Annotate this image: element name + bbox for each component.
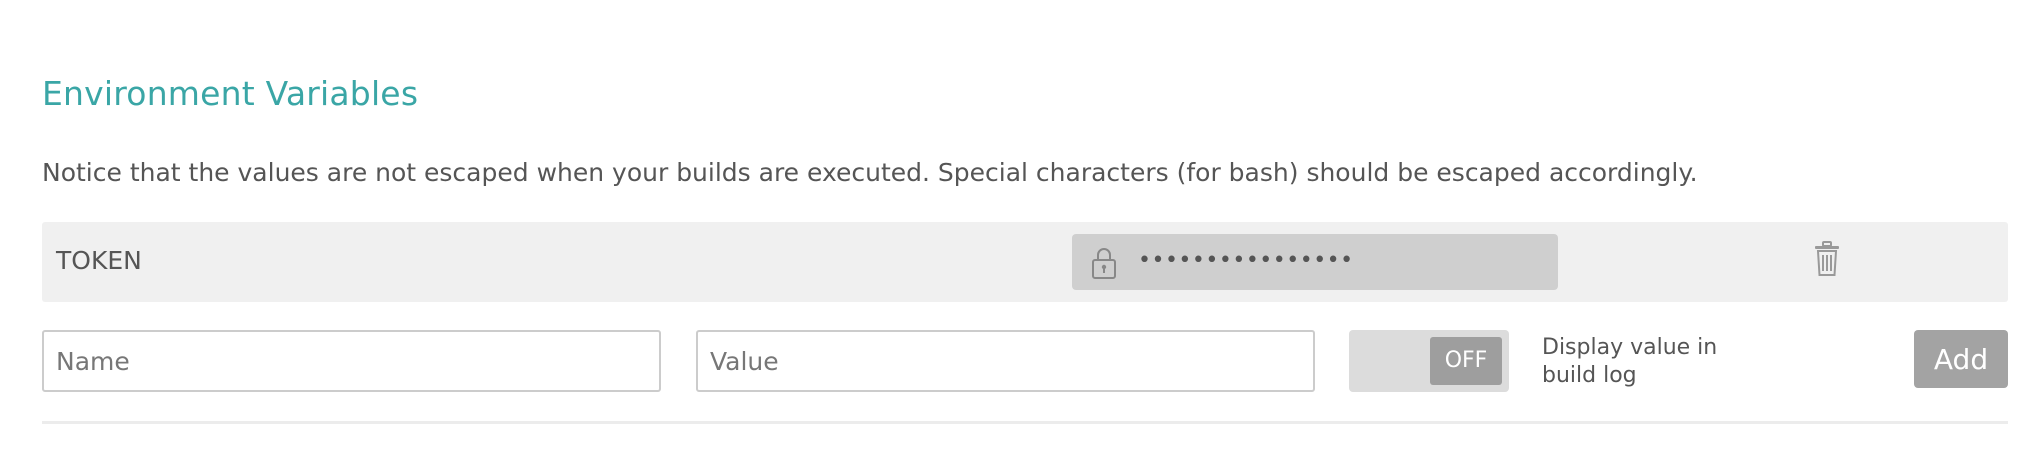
add-button[interactable]: Add: [1914, 330, 2008, 388]
name-input[interactable]: [42, 330, 661, 392]
toggle-state: OFF: [1430, 337, 1502, 385]
display-value-toggle[interactable]: OFF: [1349, 330, 1509, 392]
masked-value: ••••••••••••••••: [1138, 248, 1354, 273]
trash-icon[interactable]: [1812, 240, 1842, 278]
display-value-label: Display value in build log: [1542, 335, 1718, 388]
section-title: Environment Variables: [42, 74, 419, 113]
lock-icon: [1090, 246, 1118, 280]
env-var-name: TOKEN: [56, 246, 142, 275]
env-var-secret-value: ••••••••••••••••: [1072, 234, 1558, 290]
divider: [42, 421, 2008, 424]
environment-variables-page: Environment Variables Notice that the va…: [0, 0, 2018, 459]
env-var-row: TOKEN ••••••••••••••••: [42, 222, 2008, 302]
value-input[interactable]: [696, 330, 1315, 392]
escape-notice: Notice that the values are not escaped w…: [42, 158, 1698, 187]
